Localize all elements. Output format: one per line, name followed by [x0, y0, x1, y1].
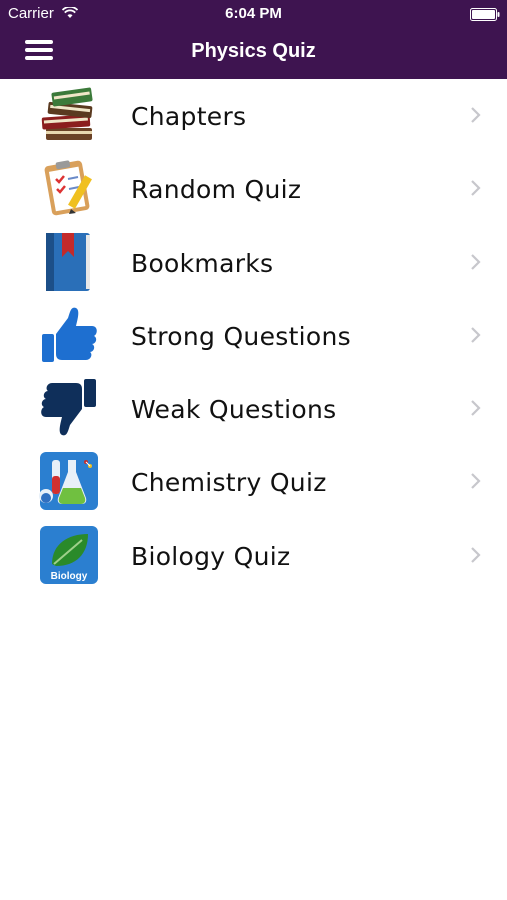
chevron-right-icon [470, 546, 482, 569]
menu-item-label: Bookmarks [131, 248, 274, 278]
flasks-icon [38, 450, 100, 512]
menu-item-label: Chapters [131, 102, 247, 131]
chevron-right-icon [470, 179, 482, 202]
books-icon [38, 84, 100, 146]
battery-icon [470, 8, 500, 26]
chevron-right-icon [470, 253, 482, 276]
status-bar: Carrier 6:04 PM [0, 0, 507, 28]
page-title: Physics Quiz [191, 40, 316, 62]
menu-item-label: Random Quiz [131, 175, 302, 205]
menu-item-random-quiz[interactable]: Random Quiz [0, 152, 507, 225]
chevron-right-icon [470, 326, 482, 349]
menu-item-biology-quiz[interactable]: Biology Biology Quiz [0, 519, 507, 592]
thumbs-up-icon [38, 304, 100, 366]
chevron-right-icon [470, 106, 482, 129]
menu-item-label: Strong Questions [131, 321, 351, 351]
thumbs-down-icon [38, 377, 100, 439]
clipboard-icon [38, 157, 100, 219]
chevron-right-icon [470, 472, 482, 495]
bookmark-book-icon [38, 231, 100, 293]
status-time: 6:04 PM [225, 5, 282, 22]
menu-item-chapters[interactable]: Chapters [0, 79, 507, 152]
chevron-right-icon [470, 399, 482, 422]
menu-item-label: Weak Questions [131, 395, 337, 425]
menu-item-strong-questions[interactable]: Strong Questions [0, 299, 507, 372]
menu-item-chemistry-quiz[interactable]: Chemistry Quiz [0, 445, 507, 518]
menu-item-label: Biology Quiz [131, 541, 291, 571]
navigation-bar: Physics Quiz [0, 28, 507, 79]
menu-item-bookmarks[interactable]: Bookmarks [0, 226, 507, 299]
biology-badge-text: Biology [51, 571, 88, 582]
app-header: Carrier 6:04 PM Physics Quiz [0, 0, 507, 79]
leaf-icon: Biology [38, 524, 100, 586]
menu-item-weak-questions[interactable]: Weak Questions [0, 372, 507, 445]
menu-item-label: Chemistry Quiz [131, 468, 327, 498]
menu-list: Chapters Random Quiz Bookmarks Strong Qu… [0, 79, 507, 592]
